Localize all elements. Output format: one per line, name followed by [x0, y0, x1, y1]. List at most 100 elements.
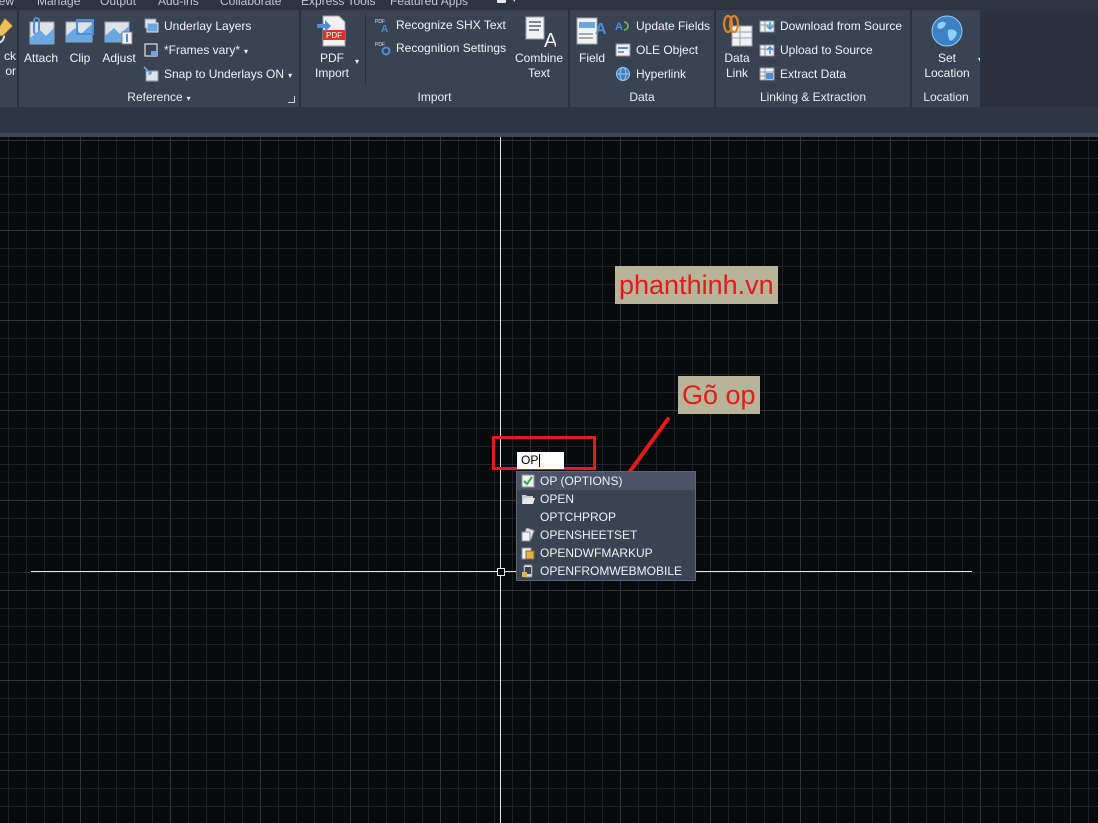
- field-icon: A: [576, 17, 607, 45]
- underlay-layers-button[interactable]: Underlay Layers: [143, 16, 251, 36]
- ole-object-label: OLE Object: [636, 43, 699, 57]
- frame-icon: [144, 43, 158, 57]
- autocomplete-item-openfromwebmobile[interactable]: OPENFROMWEBMOBILE: [517, 562, 695, 580]
- autocomplete-item-open[interactable]: OPEN: [517, 490, 695, 508]
- autocomplete-item-label: OPENFROMWEBMOBILE: [540, 564, 683, 578]
- set-location-label-1: Set: [937, 51, 956, 65]
- set-location-button[interactable]: Set Location ▾: [916, 14, 982, 81]
- recognize-text-icon: PDF A: [375, 19, 388, 33]
- recognition-settings-button[interactable]: PDF Recognition Settings: [375, 38, 506, 58]
- tab-featured-apps[interactable]: Featured Apps: [390, 0, 468, 8]
- download-from-source-button[interactable]: Download from Source: [759, 16, 902, 36]
- combine-text-icon: A: [525, 16, 556, 48]
- extract-data-button[interactable]: Extract Data: [759, 64, 846, 84]
- partial-button-label-2: or: [5, 64, 16, 78]
- partial-button-label-1: ck: [4, 49, 16, 63]
- hyperlink-button[interactable]: Hyperlink: [615, 64, 686, 84]
- svg-text:A: A: [381, 24, 388, 33]
- partial-button[interactable]: ck or: [0, 14, 16, 79]
- frames-vary-dropdown[interactable]: *Frames vary* ▾: [143, 40, 248, 60]
- recognize-shx-text-button[interactable]: PDF A Recognize SHX Text: [375, 15, 506, 35]
- clip-icon: [65, 19, 94, 43]
- svg-text:A: A: [615, 21, 623, 33]
- tab-output[interactable]: Output: [100, 0, 136, 8]
- data-link-button[interactable]: Data Link: [718, 14, 756, 81]
- update-fields-button[interactable]: A Update Fields: [615, 16, 710, 36]
- data-link-icon: [722, 14, 753, 47]
- field-button[interactable]: A Field: [574, 14, 610, 66]
- ole-object-icon: [615, 43, 631, 57]
- pdf-icon-text: PDF: [326, 31, 342, 40]
- combine-text-button[interactable]: A Combine Text: [513, 14, 565, 81]
- checkbox-icon: [521, 474, 535, 488]
- snap-to-underlays-label: Snap to Underlays ON: [164, 67, 285, 81]
- pdf-import-label-1: PDF: [320, 51, 344, 65]
- upload-icon: [759, 44, 775, 57]
- panel-reference: Attach Clip Adjust Underlay Layers *Fram…: [19, 10, 299, 107]
- tab-manage[interactable]: Manage: [37, 0, 80, 8]
- dynamic-command-input[interactable]: OP: [517, 452, 564, 469]
- set-location-label-2: Location: [924, 66, 970, 80]
- tab-view[interactable]: iew: [0, 0, 14, 8]
- panel-import: PDF PDF Import ▾ PDF A Recognize SHX Tex…: [301, 10, 568, 107]
- panel-title-reference[interactable]: Reference ▾: [19, 89, 299, 105]
- adjust-label: Adjust: [102, 51, 136, 65]
- panel-data: A Field A Update Fields OLE Object Hyper…: [570, 10, 714, 107]
- underlay-layers-label: Underlay Layers: [164, 19, 252, 33]
- partial-panel: ck or: [0, 10, 17, 107]
- data-link-label-2: Link: [725, 66, 748, 80]
- autocomplete-item-label: OPENSHEETSET: [540, 528, 638, 542]
- recognition-settings-icon: PDF: [375, 42, 391, 56]
- tab-add-ins[interactable]: Add-ins: [158, 0, 199, 8]
- layers-icon: [144, 18, 159, 33]
- data-link-label-1: Data: [724, 51, 750, 65]
- snap-icon: [143, 66, 159, 82]
- chevron-down-icon[interactable]: ▾: [512, 0, 517, 5]
- command-autocomplete-list: OP (OPTIONS) OPEN OPTCHPROP OPENSHEETSET…: [516, 471, 696, 581]
- ribbon: ck or Attach Clip Adjust Underlay Layers…: [0, 10, 982, 107]
- tab-express-tools[interactable]: Express Tools: [301, 0, 375, 8]
- autocomplete-item-optchprop[interactable]: OPTCHPROP: [517, 508, 695, 526]
- autocomplete-item-label: OPTCHPROP: [540, 510, 617, 524]
- adjust-button[interactable]: Adjust: [99, 14, 139, 66]
- attach-button[interactable]: Attach: [21, 14, 61, 66]
- svg-text:PDF: PDF: [375, 42, 385, 48]
- autocomplete-item-opendwfmarkup[interactable]: OPENDWFMARKUP: [517, 544, 695, 562]
- mobile-device-icon: [522, 564, 533, 578]
- recognize-shx-text-label: Recognize SHX Text: [396, 18, 506, 32]
- hyperlink-label: Hyperlink: [636, 67, 687, 81]
- autocomplete-item-options[interactable]: OP (OPTIONS): [517, 472, 695, 490]
- svg-text:A: A: [544, 30, 556, 48]
- attach-icon: [29, 17, 55, 45]
- autocomplete-item-opensheetset[interactable]: OPENSHEETSET: [517, 526, 695, 544]
- workspace-icon[interactable]: [497, 0, 506, 3]
- field-label: Field: [578, 51, 605, 65]
- globe-link-icon: [616, 66, 630, 81]
- combine-text-label-2: Text: [527, 66, 550, 80]
- dialog-launcher-icon[interactable]: [288, 96, 295, 103]
- ole-object-button[interactable]: OLE Object: [615, 40, 698, 60]
- ribbon-tab-strip: iew Manage Output Add-ins Collaborate Ex…: [0, 0, 1098, 10]
- pdf-import-button[interactable]: PDF PDF Import ▾: [309, 14, 359, 81]
- folder-open-icon: [522, 495, 535, 504]
- upload-to-source-button[interactable]: Upload to Source: [759, 40, 873, 60]
- dwf-markup-icon: [521, 547, 535, 560]
- autocomplete-item-label: OPENDWFMARKUP: [540, 546, 653, 560]
- globe-icon: [931, 15, 963, 47]
- attach-label: Attach: [23, 51, 59, 65]
- chevron-down-icon: ▾: [244, 47, 249, 56]
- panel-title-data: Data: [629, 90, 655, 104]
- upload-to-source-label: Upload to Source: [780, 43, 873, 57]
- ribbon-empty-area: [980, 10, 1098, 107]
- pdf-icon: PDF: [317, 15, 346, 47]
- clip-button[interactable]: Clip: [63, 14, 97, 66]
- tab-collaborate[interactable]: Collaborate: [220, 0, 281, 8]
- text-cursor: [539, 454, 541, 468]
- download-from-source-label: Download from Source: [780, 19, 903, 33]
- panel-location: Set Location ▾ Location: [912, 10, 982, 107]
- extract-data-label: Extract Data: [780, 67, 847, 81]
- panel-title-linking-extraction: Linking & Extraction: [759, 90, 867, 104]
- download-icon: [759, 20, 775, 33]
- edit-icon: [0, 17, 14, 44]
- snap-to-underlays-dropdown[interactable]: Snap to Underlays ON ▾: [143, 64, 292, 84]
